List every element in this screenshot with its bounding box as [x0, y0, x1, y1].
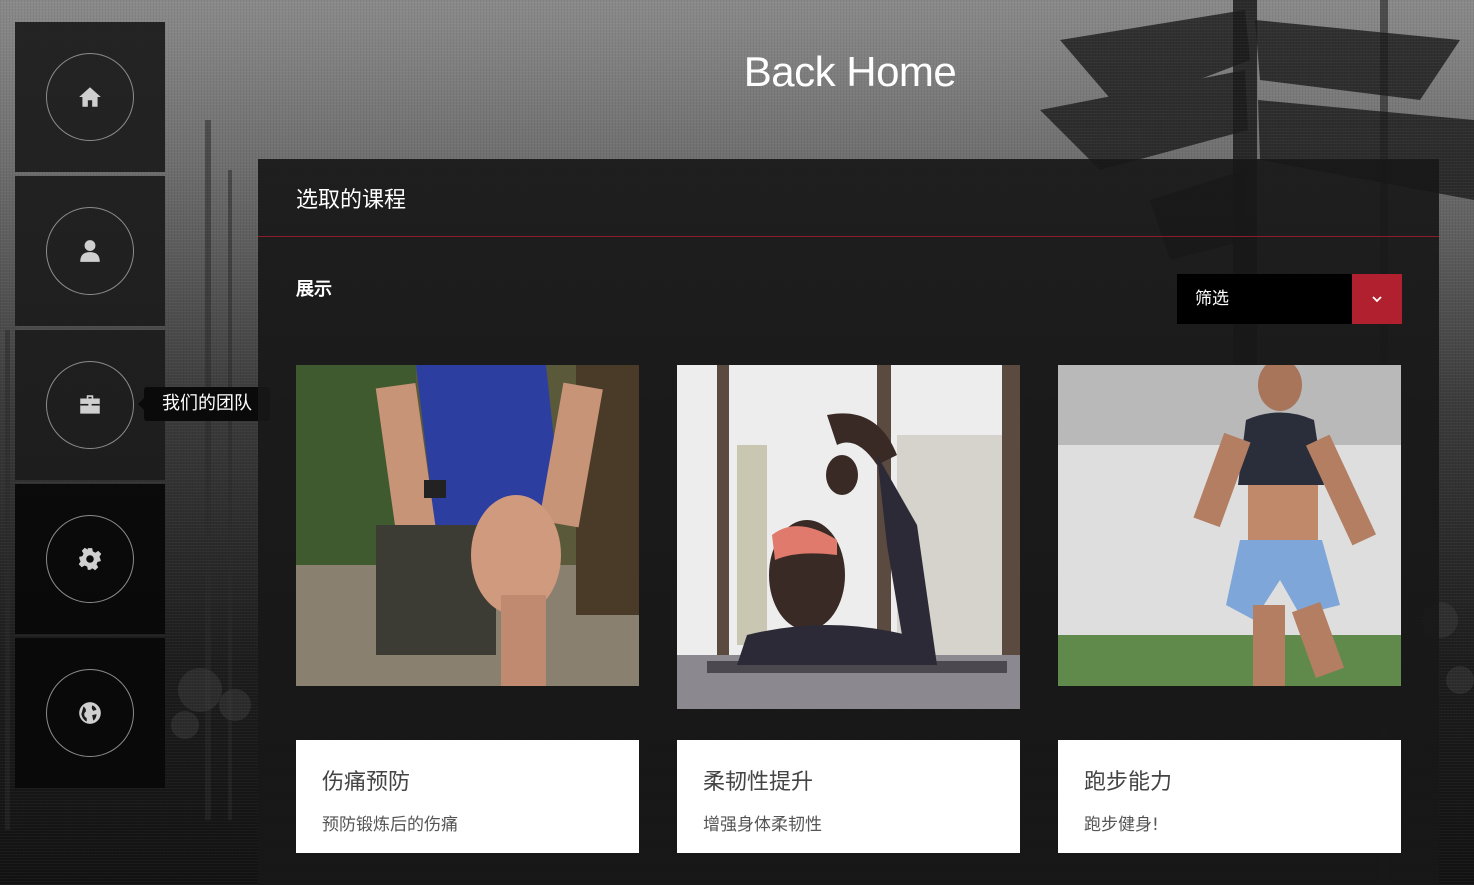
- globe-icon: [79, 702, 101, 724]
- briefcase-icon: [80, 395, 100, 414]
- course-card-running[interactable]: 跑步能力 跑步健身!: [1058, 365, 1401, 853]
- course-caption: 跑步能力 跑步健身!: [1058, 740, 1401, 853]
- filter-row: 展示 筛选: [258, 237, 1439, 347]
- gear-icon: [78, 547, 102, 571]
- course-title: 跑步能力: [1084, 770, 1173, 795]
- nav-circle: [46, 669, 134, 757]
- course-image-flexibility[interactable]: [677, 365, 1020, 709]
- course-cards: 伤痛预防 预防锻炼后的伤痛 柔韧性提升 增强身体柔韧性 跑步能力 跑步健身!: [296, 365, 1402, 865]
- filter-dropdown[interactable]: 筛选: [1177, 274, 1402, 324]
- user-icon: [80, 240, 100, 262]
- course-caption: 伤痛预防 预防锻炼后的伤痛: [296, 740, 639, 853]
- sidebar-item-home[interactable]: [15, 22, 165, 172]
- course-description: 增强身体柔韧性: [703, 815, 822, 835]
- filter-toggle-button[interactable]: [1352, 274, 1402, 324]
- page-title[interactable]: Back Home: [640, 48, 1060, 96]
- course-description: 预防锻炼后的伤痛: [322, 815, 458, 835]
- chevron-down-icon: [1372, 296, 1382, 303]
- course-caption: 柔韧性提升 增强身体柔韧性: [677, 740, 1020, 853]
- sidebar-item-user[interactable]: [15, 176, 165, 326]
- panel-header: 选取的课程: [258, 159, 1439, 237]
- course-title: 柔韧性提升: [703, 770, 814, 795]
- show-label: 展示: [296, 279, 332, 300]
- home-icon: [79, 87, 101, 107]
- nav-circle: [46, 515, 134, 603]
- course-card-flexibility[interactable]: 柔韧性提升 增强身体柔韧性: [677, 365, 1020, 853]
- course-image-injury[interactable]: [296, 365, 639, 686]
- course-card-injury[interactable]: 伤痛预防 预防锻炼后的伤痛: [296, 365, 639, 853]
- sidebar-tooltip: 我们的团队: [138, 387, 270, 421]
- course-title: 伤痛预防: [322, 770, 411, 795]
- nav-circle: [46, 361, 134, 449]
- filter-value: 筛选: [1195, 289, 1229, 309]
- course-description: 跑步健身!: [1084, 815, 1159, 835]
- sidebar-item-globe[interactable]: [15, 638, 165, 788]
- courses-panel: 选取的课程 展示 筛选 伤痛预防 预防锻炼后的伤痛 柔韧性提升 增强身体柔韧性 …: [258, 159, 1439, 885]
- sidebar-item-settings[interactable]: [15, 484, 165, 634]
- nav-circle: [46, 207, 134, 295]
- nav-circle: [46, 53, 134, 141]
- course-image-running[interactable]: [1058, 365, 1401, 686]
